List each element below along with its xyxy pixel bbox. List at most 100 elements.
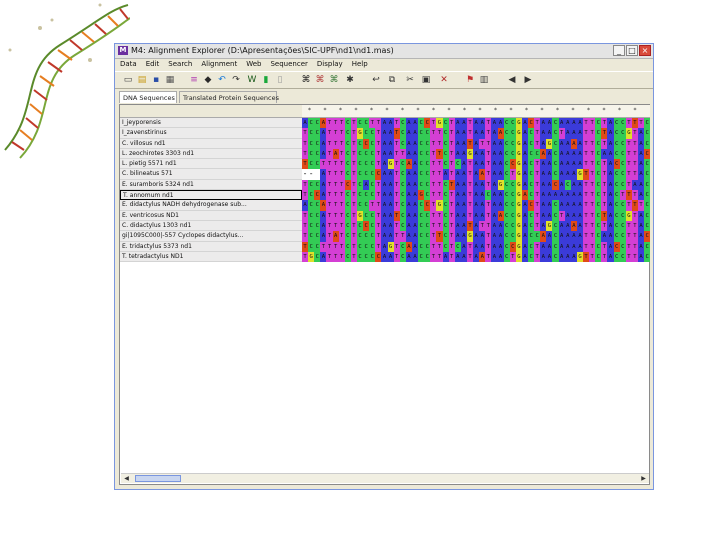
flag-icon[interactable]: ⚑ bbox=[465, 75, 475, 85]
horizontal-scrollbar[interactable]: ◀ ▶ bbox=[121, 473, 649, 483]
menu-sequencer[interactable]: Sequencer bbox=[270, 59, 307, 70]
base-cell[interactable]: C bbox=[644, 231, 651, 242]
sequence-name-row[interactable]: L. zeochirotes 3303 nd1 bbox=[120, 148, 302, 160]
prev-icon[interactable]: ◀ bbox=[507, 75, 517, 85]
column-marker: * bbox=[633, 107, 637, 114]
base-cell[interactable]: C bbox=[644, 169, 651, 180]
base-cell[interactable]: C bbox=[644, 200, 651, 211]
base-cell[interactable]: C bbox=[644, 190, 651, 201]
sequence-data-row[interactable]: ACCATTTCTCCTTAATCAACCTGCTAATAATAACCGACTA… bbox=[302, 118, 651, 129]
base-cell[interactable]: C bbox=[644, 138, 651, 149]
alignment-grid[interactable]: * * * * * * * * * * * * * * * * * * * * * * I_jeyporensis I_za… bbox=[119, 104, 651, 485]
mark-icon[interactable]: ▯ bbox=[275, 75, 285, 85]
base-cell[interactable]: C bbox=[644, 210, 651, 221]
w-align-icon[interactable]: W bbox=[247, 75, 257, 85]
tab-translated-protein-sequences[interactable]: Translated Protein Sequences bbox=[179, 91, 279, 103]
scroll-thumb[interactable] bbox=[135, 475, 181, 482]
base-cell[interactable]: C bbox=[644, 220, 651, 232]
base-cell[interactable]: C bbox=[644, 179, 651, 191]
sequence-data-row[interactable]: TCCTTTTCTCCCTAGTCAACCTTCTCATAATAACCGACTA… bbox=[302, 241, 651, 252]
copy-icon[interactable]: ⧉ bbox=[387, 75, 397, 85]
tab-dna-sequences[interactable]: DNA Sequences bbox=[119, 91, 177, 103]
minimize-button[interactable]: _ bbox=[613, 45, 625, 56]
base-cell[interactable]: C bbox=[644, 118, 651, 129]
column-marker: * bbox=[540, 107, 544, 114]
maximize-button[interactable]: □ bbox=[626, 45, 638, 56]
app-icon: M bbox=[118, 46, 128, 55]
scroll-left-icon[interactable]: ◀ bbox=[122, 474, 131, 483]
base-cell[interactable]: C bbox=[644, 148, 651, 160]
sequence-data-row[interactable]: ACCATTTCTCCTTAATCAACCTGCTAATAATAACCGACTA… bbox=[302, 200, 651, 211]
ruler-icon[interactable]: ▥ bbox=[479, 75, 489, 85]
save-icon[interactable]: ▪ bbox=[151, 75, 161, 85]
menu-bar: Data Edit Search Alignment Web Sequencer… bbox=[115, 59, 653, 70]
sequence-name-row[interactable]: C. didactylus 1303 nd1 bbox=[120, 220, 302, 232]
binoculars-icon[interactable]: ⌘ bbox=[301, 75, 311, 85]
column-marker: * bbox=[509, 107, 513, 114]
column-marker: * bbox=[556, 107, 559, 114]
sequence-name-row[interactable]: C. bilineatus 571 bbox=[120, 169, 302, 180]
close-button[interactable]: × bbox=[639, 45, 651, 56]
sequence-data-row[interactable]: TCCATTTCTGCCTAATCAACCTTCTAATAATAACCGACTA… bbox=[302, 210, 651, 221]
sequence-data-row[interactable]: TCCATTTCTCCCTAATCAACCTTCTAATATTAACCGACTA… bbox=[302, 220, 651, 232]
sequence-data-row[interactable]: TCCATTTCTCCCTAATCAAGCTTCTAATAACAACCGACTA… bbox=[302, 190, 651, 201]
menu-edit[interactable]: Edit bbox=[146, 59, 160, 70]
sequence-name-row[interactable]: E. suramboris 5324 nd1 bbox=[120, 179, 302, 191]
binoculars-next-icon[interactable]: ⌘ bbox=[315, 75, 325, 85]
sequence-data-row[interactable]: TCCTTTTCTCCCTAGTCAACCTTCTCATAATAACCGACTA… bbox=[302, 159, 651, 170]
translate-icon[interactable]: ▮ bbox=[261, 75, 271, 85]
sequence-name-row[interactable]: I_jeyporensis bbox=[120, 118, 302, 129]
next-icon[interactable]: ▶ bbox=[523, 75, 533, 85]
menu-web[interactable]: Web bbox=[246, 59, 261, 70]
paste-icon[interactable]: ▣ bbox=[421, 75, 431, 85]
column-conservation-header: * * * * * * * * * * * * * * * * * * * * * * bbox=[302, 105, 650, 118]
sequence-data-row[interactable]: --ATTTCTCCCCAATCAACCTTATAATAATAACTGACTAA… bbox=[302, 169, 651, 180]
sequence-data-row[interactable]: TCCATATCTCCCTAATTAACCTTCTAAGAATAACCGACCA… bbox=[302, 231, 651, 242]
insert-icon[interactable]: ↩ bbox=[371, 75, 381, 85]
sequence-data-row[interactable]: TCCATATCTCCCTAATTAACCTTCTAAGAATAACCGACCA… bbox=[302, 148, 651, 160]
sequence-name-row[interactable]: T. tetradactylus ND1 bbox=[120, 251, 302, 263]
scroll-right-icon[interactable]: ▶ bbox=[639, 474, 648, 483]
redo-icon[interactable]: ↷ bbox=[231, 75, 241, 85]
sequence-name-row[interactable]: E. didactylus NADH dehydrogenase sub... bbox=[120, 200, 302, 211]
sequence-name-row[interactable]: E. ventricosus ND1 bbox=[120, 210, 302, 221]
sequence-data-row[interactable]: TCCATTTCTGCCTAATCAACCTTCTAATAATAACCGACTA… bbox=[302, 128, 651, 139]
new-icon[interactable]: ▭ bbox=[123, 75, 133, 85]
base-cell[interactable]: C bbox=[644, 251, 651, 263]
menu-search[interactable]: Search bbox=[168, 59, 192, 70]
sequence-name-row[interactable]: C. villosus nd1 bbox=[120, 138, 302, 149]
column-marker: * bbox=[587, 107, 590, 114]
undo-icon[interactable]: ↶ bbox=[217, 75, 227, 85]
column-marker: * bbox=[525, 107, 528, 114]
base-cell[interactable]: C bbox=[644, 128, 651, 139]
align-icon[interactable]: ≡ bbox=[189, 75, 199, 85]
menu-data[interactable]: Data bbox=[120, 59, 137, 70]
column-marker: * bbox=[308, 107, 311, 114]
menu-display[interactable]: Display bbox=[317, 59, 343, 70]
column-marker: * bbox=[463, 107, 466, 114]
title-bar[interactable]: M M4: Alignment Explorer (D:\Apresentaçõ… bbox=[115, 44, 653, 59]
cut-icon[interactable]: ✂ bbox=[405, 75, 415, 85]
sequence-name-row[interactable]: I_zavenstirinus bbox=[120, 128, 302, 139]
sequence-name-row[interactable]: gi|1095C000|-557 Cyclopes didactylus... bbox=[120, 231, 302, 242]
column-marker: * bbox=[447, 107, 451, 114]
sequence-data-panel[interactable]: ACCATTTCTCCTTAATCAACCTGCTAATAATAACCGACTA… bbox=[302, 118, 651, 263]
muscle-icon[interactable]: ◆ bbox=[203, 75, 213, 85]
binoculars-prev-icon[interactable]: ⌘ bbox=[329, 75, 339, 85]
sequence-data-row[interactable]: TGCATTTCTCCCCAATCAACCTTATAATAATAACTGACTA… bbox=[302, 251, 651, 263]
window-title: M4: Alignment Explorer (D:\Apresentações… bbox=[131, 46, 394, 55]
open-icon[interactable]: ▤ bbox=[137, 75, 147, 85]
menu-help[interactable]: Help bbox=[352, 59, 368, 70]
sequence-data-row[interactable]: TCCATTTCTCCCTAATCAACCTTCTAATATTAACCGACTA… bbox=[302, 138, 651, 149]
column-marker: * bbox=[416, 107, 420, 114]
menu-alignment[interactable]: Alignment bbox=[201, 59, 237, 70]
sequence-name-row[interactable]: T. annomum nd1 bbox=[120, 190, 302, 201]
find-icon[interactable]: ✱ bbox=[345, 75, 355, 85]
sequence-name-row[interactable]: E. tridactylus 5373 nd1 bbox=[120, 241, 302, 252]
delete-icon[interactable]: ✕ bbox=[439, 75, 449, 85]
sequence-data-row[interactable]: TCCATTTCTCACTAATCAACCTTCTAATAATAGCCGACTA… bbox=[302, 179, 651, 191]
sequence-name-row[interactable]: L. pietig 5571 nd1 bbox=[120, 159, 302, 170]
base-cell[interactable]: C bbox=[644, 241, 651, 252]
print-icon[interactable]: ▦ bbox=[165, 75, 175, 85]
base-cell[interactable]: C bbox=[644, 159, 651, 170]
